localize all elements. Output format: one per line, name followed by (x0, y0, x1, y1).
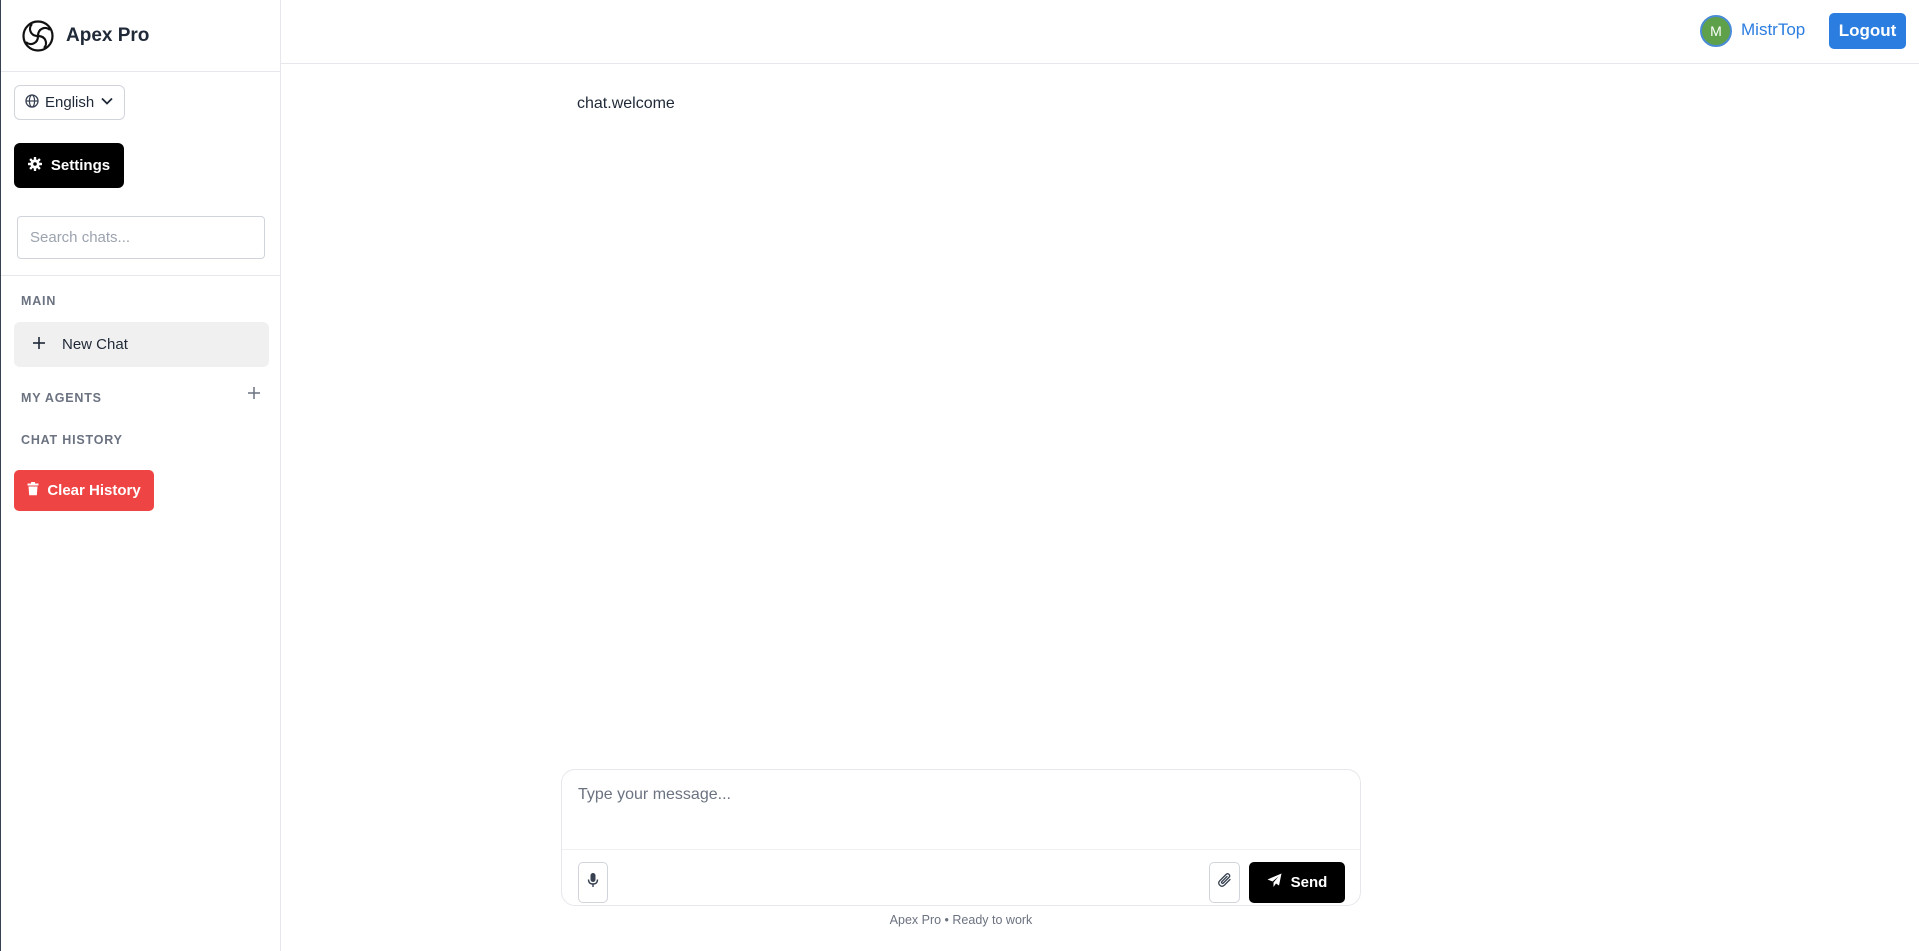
search-input[interactable] (17, 216, 265, 259)
paper-plane-icon (1267, 873, 1282, 892)
trash-icon (27, 481, 39, 500)
plus-icon (32, 336, 46, 354)
username-link[interactable]: MistrTop (1741, 20, 1805, 40)
add-agent-button[interactable] (246, 386, 262, 405)
language-select[interactable]: English (14, 85, 126, 120)
globe-icon (25, 93, 39, 112)
app-root: Apex Pro English Settings Search chats..… (0, 0, 1919, 951)
sidebar: Apex Pro English Settings Search chats..… (0, 0, 281, 951)
top-header: M MistrTop Logout (281, 0, 1919, 64)
microphone-icon (587, 872, 599, 893)
avatar[interactable]: M (1700, 15, 1732, 47)
brand-name: Apex Pro (66, 24, 150, 46)
plus-icon (247, 386, 261, 405)
section-label-main: MAIN (21, 294, 57, 308)
search-container (1, 203, 281, 276)
status-text: Apex Pro • Ready to work (889, 913, 1033, 927)
settings-button[interactable]: Settings (14, 143, 124, 188)
language-label: English (45, 94, 95, 111)
paperclip-icon (1217, 872, 1233, 893)
gear-icon (27, 156, 42, 175)
send-button[interactable]: Send (1249, 862, 1345, 903)
clear-history-button[interactable]: Clear History (14, 470, 154, 511)
swirl-logo-icon (21, 19, 54, 52)
message-input[interactable] (562, 770, 1360, 850)
message-composer: Send (561, 769, 1361, 906)
settings-label: Settings (50, 157, 111, 174)
attach-file-button[interactable] (1209, 862, 1240, 903)
new-chat-button[interactable]: New Chat (14, 322, 269, 367)
section-label-my-agents: MY AGENTS (21, 391, 102, 405)
section-label-chat-history: CHAT HISTORY (21, 433, 123, 447)
chevron-down-icon (100, 94, 114, 112)
logout-button[interactable]: Logout (1829, 13, 1906, 49)
send-label: Send (1290, 874, 1328, 891)
new-chat-label: New Chat (62, 336, 128, 353)
voice-input-button[interactable] (578, 862, 608, 903)
clear-history-label: Clear History (47, 482, 141, 499)
welcome-message: chat.welcome (577, 95, 675, 112)
brand[interactable]: Apex Pro (1, 0, 280, 72)
